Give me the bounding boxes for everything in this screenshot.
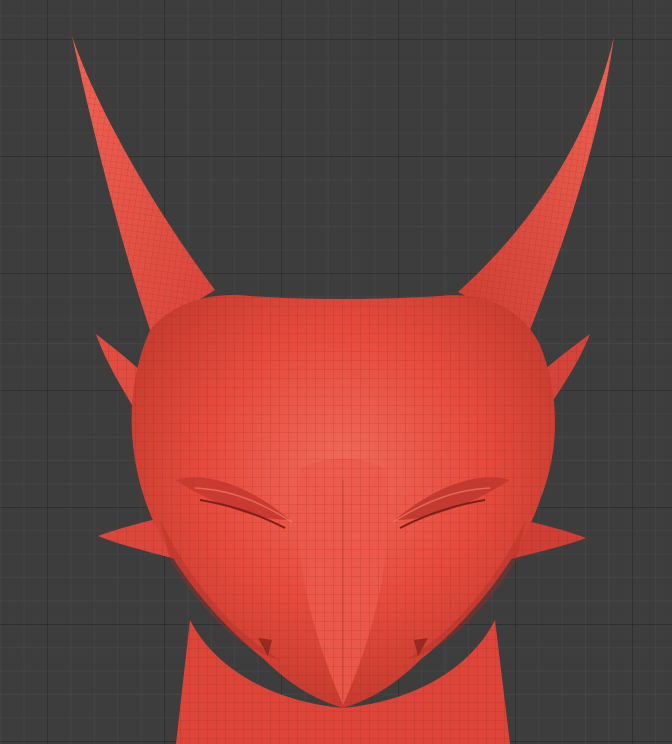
left-horn (72, 36, 215, 330)
dragon-head-model[interactable] (0, 0, 672, 744)
3d-viewport[interactable] (0, 0, 672, 744)
right-horn (458, 36, 614, 330)
